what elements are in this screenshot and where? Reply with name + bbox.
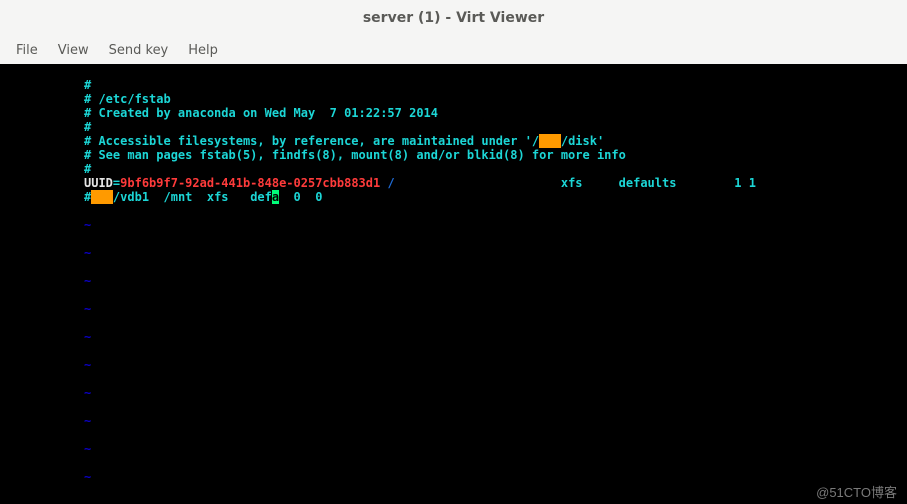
fstab-line: # See man pages fstab(5), findfs(8), mou… — [84, 148, 907, 162]
vim-tilde: ~ — [84, 330, 907, 344]
empty-line — [84, 372, 907, 386]
terminal-viewport[interactable]: ## /etc/fstab# Created by anaconda on We… — [0, 64, 907, 504]
menu-sendkey[interactable]: Send key — [99, 39, 179, 62]
vim-tilde: ~ — [84, 386, 907, 400]
menu-view[interactable]: View — [48, 39, 99, 62]
fstab-line: # Created by anaconda on Wed May 7 01:22… — [84, 106, 907, 120]
empty-line — [84, 344, 907, 358]
fstab-edit-line: #dev/vdb1 /mnt xfs defa 0 0 — [84, 190, 907, 204]
vim-tilde: ~ — [84, 414, 907, 428]
fstab-line: # — [84, 162, 907, 176]
empty-line — [84, 484, 907, 498]
fstab-line: # Accessible filesystems, by reference, … — [84, 134, 907, 148]
menu-bar: File View Send key Help — [0, 36, 907, 64]
fstab-line: # /etc/fstab — [84, 92, 907, 106]
window-titlebar: server (1) - Virt Viewer — [0, 0, 907, 36]
empty-line — [84, 428, 907, 442]
highlight-dev: dev — [539, 134, 561, 148]
menu-file[interactable]: File — [6, 39, 48, 62]
empty-line — [84, 456, 907, 470]
highlight-dev: dev — [91, 190, 113, 204]
menu-help[interactable]: Help — [178, 39, 228, 62]
vim-tilde: ~ — [84, 274, 907, 288]
empty-line — [84, 232, 907, 246]
empty-line — [84, 400, 907, 414]
vim-tilde: ~ — [84, 470, 907, 484]
vim-tilde: ~ — [84, 302, 907, 316]
empty-line — [84, 204, 907, 218]
fstab-line: # — [84, 78, 907, 92]
watermark: @51CTO博客 — [816, 486, 897, 500]
vim-tilde: ~ — [84, 442, 907, 456]
fstab-line: # — [84, 120, 907, 134]
vim-tilde: ~ — [84, 246, 907, 260]
vim-tilde: ~ — [84, 358, 907, 372]
virt-viewer-window: server (1) - Virt Viewer File View Send … — [0, 0, 907, 504]
empty-line — [84, 260, 907, 274]
empty-line — [84, 288, 907, 302]
empty-line — [84, 316, 907, 330]
window-title: server (1) - Virt Viewer — [363, 10, 544, 26]
vim-tilde: ~ — [84, 218, 907, 232]
fstab-uuid-line: UUID=9bf6b9f7-92ad-441b-848e-0257cbb883d… — [84, 176, 907, 190]
vim-tilde: ~ — [84, 498, 907, 504]
